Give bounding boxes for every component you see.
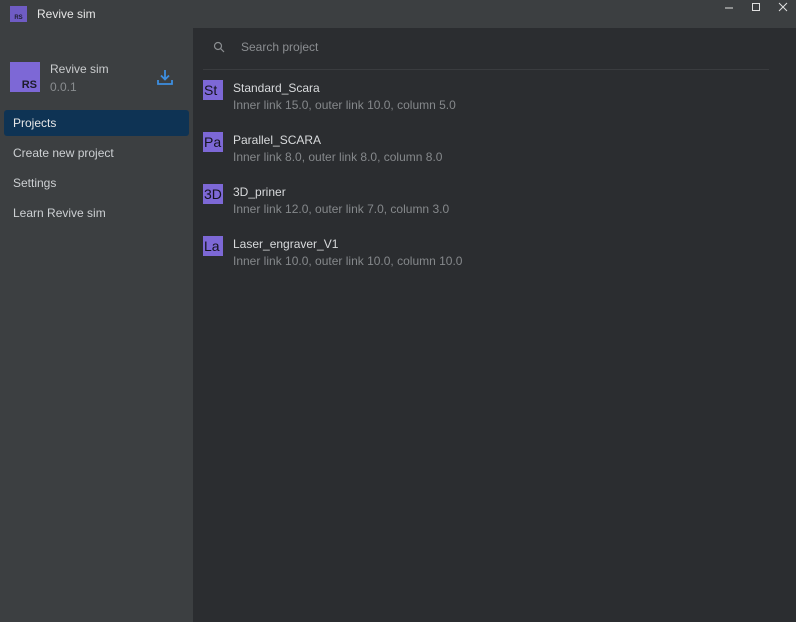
project-description: Inner link 15.0, outer link 10.0, column… — [233, 98, 456, 112]
project-badge: St — [203, 80, 223, 100]
sidebar-item-create-new-project[interactable]: Create new project — [4, 140, 189, 166]
search-input[interactable] — [241, 38, 741, 56]
search-icon — [213, 41, 225, 53]
sidebar-item-projects[interactable]: Projects — [4, 110, 189, 136]
sidebar-item-settings[interactable]: Settings — [4, 170, 189, 196]
project-name: 3D_priner — [233, 185, 286, 199]
list-item-project-laser-engraver[interactable]: La Laser_engraver_V1 Inner link 10.0, ou… — [203, 234, 769, 286]
app-logo: RS — [10, 62, 40, 92]
minimize-icon — [724, 7, 733, 9]
window-title: Revive sim — [37, 7, 96, 21]
app-window: RS Revive sim RS Revive sim 0.0.1 Projec… — [0, 0, 796, 622]
project-badge: Pa — [203, 132, 223, 152]
close-button[interactable] — [769, 0, 796, 14]
project-description: Inner link 10.0, outer link 10.0, column… — [233, 254, 463, 268]
sidebar: RS Revive sim 0.0.1 Projects Create new … — [0, 28, 193, 622]
window-controls — [715, 0, 796, 14]
main-panel: St Standard_Scara Inner link 15.0, outer… — [193, 28, 796, 622]
maximize-button[interactable] — [742, 0, 769, 14]
project-name: Laser_engraver_V1 — [233, 237, 339, 251]
project-description: Inner link 12.0, outer link 7.0, column … — [233, 202, 450, 216]
app-version: 0.0.1 — [50, 80, 77, 94]
search-bar — [203, 34, 769, 70]
list-item-project-3d-priner[interactable]: 3D 3D_priner Inner link 12.0, outer link… — [203, 182, 769, 234]
project-badge: La — [203, 236, 223, 256]
app-header: RS Revive sim 0.0.1 — [10, 62, 180, 96]
minimize-button[interactable] — [715, 0, 742, 14]
download-icon[interactable] — [156, 68, 174, 86]
list-item-project-parallel-scara[interactable]: Pa Parallel_SCARA Inner link 8.0, outer … — [203, 130, 769, 182]
project-list: St Standard_Scara Inner link 15.0, outer… — [203, 78, 769, 286]
app-name: Revive sim — [50, 62, 109, 76]
project-description: Inner link 8.0, outer link 8.0, column 8… — [233, 150, 443, 164]
list-item-project-standard-scara[interactable]: St Standard_Scara Inner link 15.0, outer… — [203, 78, 769, 130]
sidebar-item-learn[interactable]: Learn Revive sim — [4, 200, 189, 226]
project-badge: 3D — [203, 184, 223, 204]
close-icon — [778, 2, 787, 12]
app-icon: RS — [10, 6, 27, 22]
title-bar[interactable]: RS Revive sim — [0, 0, 796, 28]
project-name: Standard_Scara — [233, 81, 320, 95]
sidebar-nav: Projects Create new project Settings Lea… — [0, 110, 193, 230]
project-name: Parallel_SCARA — [233, 133, 322, 147]
maximize-icon — [751, 3, 760, 11]
